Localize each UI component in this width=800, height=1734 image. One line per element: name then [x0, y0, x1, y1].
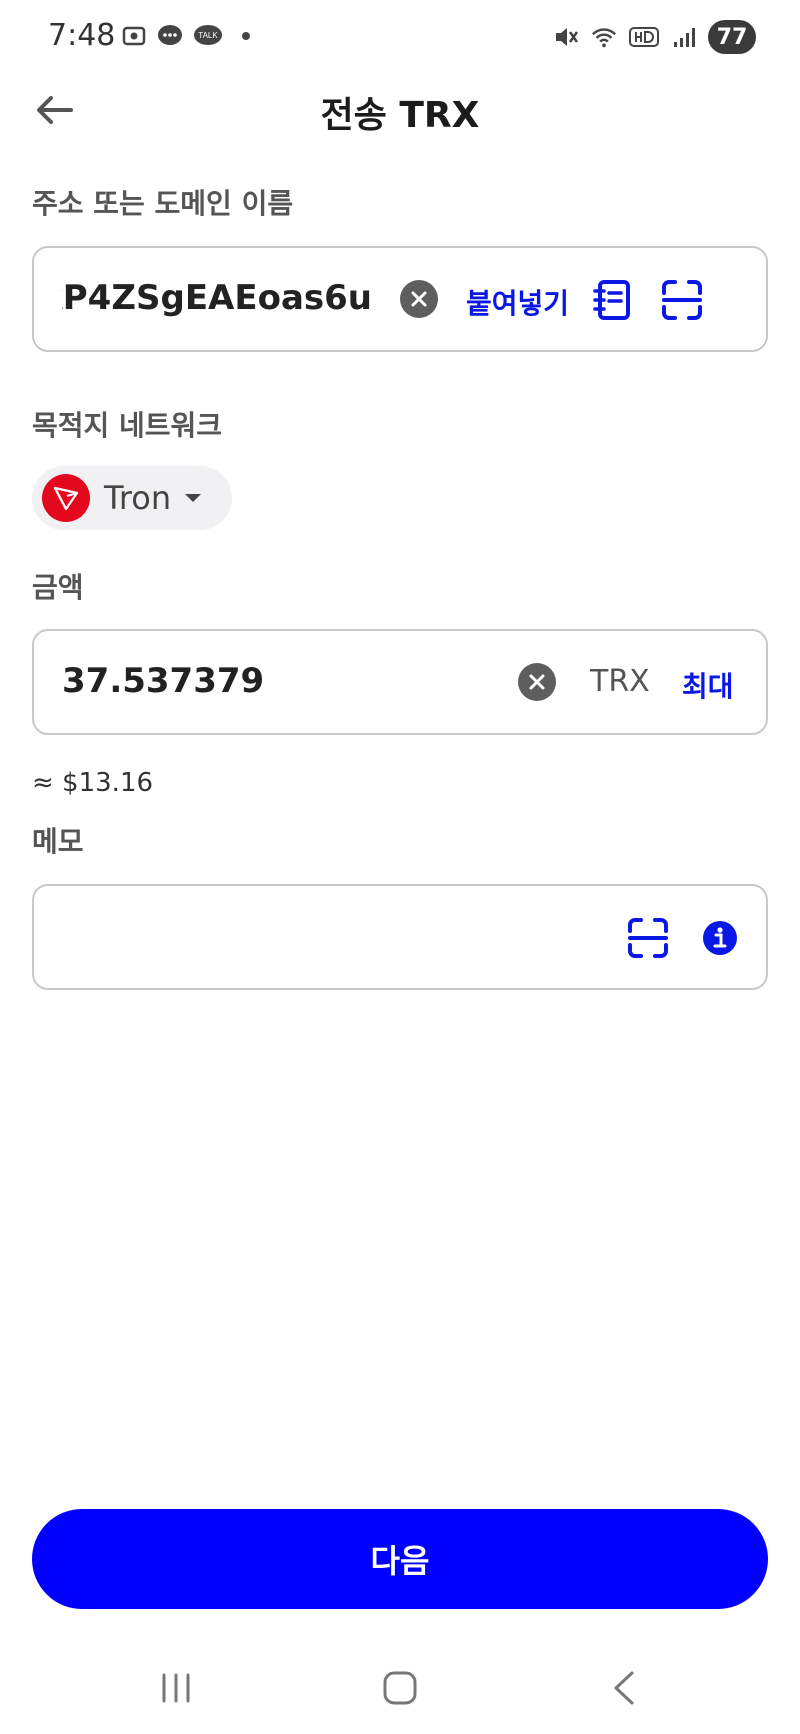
- recent-apps-icon: [162, 1673, 190, 1703]
- scan-icon: [628, 918, 668, 958]
- address-field[interactable]: ikP4ZSgEAEoas6u 붙여넣기: [32, 246, 768, 352]
- scan-qr-button[interactable]: [660, 278, 704, 322]
- status-bar: 7:48 TALK 77: [0, 0, 800, 72]
- home-icon: [383, 1671, 417, 1705]
- address-book-button[interactable]: [590, 278, 634, 322]
- tron-logo-icon: [42, 474, 90, 522]
- chevron-down-icon: [185, 494, 202, 502]
- scan-icon: [662, 280, 702, 320]
- hd-voice-icon: [628, 23, 660, 51]
- notification-icons: TALK: [120, 22, 260, 50]
- close-icon: [529, 674, 545, 690]
- network-label: 목적지 네트워크: [32, 409, 223, 442]
- message-icon: [156, 22, 184, 50]
- page-title: 전송 TRX: [320, 95, 480, 136]
- amount-clear-button[interactable]: [518, 663, 556, 701]
- address-clear-button[interactable]: [400, 280, 438, 318]
- wifi-icon: [590, 23, 618, 51]
- amount-label: 금액: [32, 571, 84, 604]
- battery-indicator: 77: [708, 20, 756, 54]
- screenshot-icon: [120, 22, 148, 50]
- network-name: Tron: [104, 479, 172, 517]
- memo-label: 메모: [32, 825, 84, 858]
- app-header: 전송 TRX: [0, 72, 800, 168]
- mute-icon: [552, 23, 580, 51]
- max-button[interactable]: 최대: [682, 665, 734, 705]
- memo-field[interactable]: [32, 884, 768, 990]
- address-book-icon: [593, 280, 630, 320]
- status-time: 7:48: [48, 18, 116, 53]
- signal-icon: [670, 23, 698, 51]
- amount-unit: TRX: [590, 664, 650, 699]
- address-label: 주소 또는 도메인 이름: [32, 187, 294, 220]
- chevron-left-icon: [614, 1671, 634, 1705]
- info-icon: [703, 921, 737, 955]
- memo-info-button[interactable]: [698, 916, 742, 960]
- memo-scan-button[interactable]: [626, 916, 670, 960]
- network-selector[interactable]: Tron: [32, 466, 232, 530]
- recent-apps-button[interactable]: [146, 1658, 206, 1718]
- talk-label: TALK: [198, 31, 218, 40]
- amount-input[interactable]: 37.537379: [62, 661, 264, 701]
- address-input[interactable]: ikP4ZSgEAEoas6u: [62, 278, 372, 318]
- fiat-value: ≈ $13.16: [32, 768, 154, 798]
- system-back-button[interactable]: [594, 1658, 654, 1718]
- system-nav-bar: [0, 1640, 800, 1734]
- home-button[interactable]: [370, 1658, 430, 1718]
- next-button[interactable]: 다음: [32, 1509, 768, 1609]
- more-notifications-dot: [232, 22, 260, 50]
- system-status-icons: 77: [552, 20, 756, 54]
- paste-button[interactable]: 붙여넣기: [466, 282, 569, 322]
- address-value[interactable]: ikP4ZSgEAEoas6u: [62, 278, 372, 318]
- amount-field[interactable]: 37.537379 TRX 최대: [32, 629, 768, 735]
- close-icon: [411, 291, 427, 307]
- kakaotalk-icon: TALK: [192, 22, 224, 50]
